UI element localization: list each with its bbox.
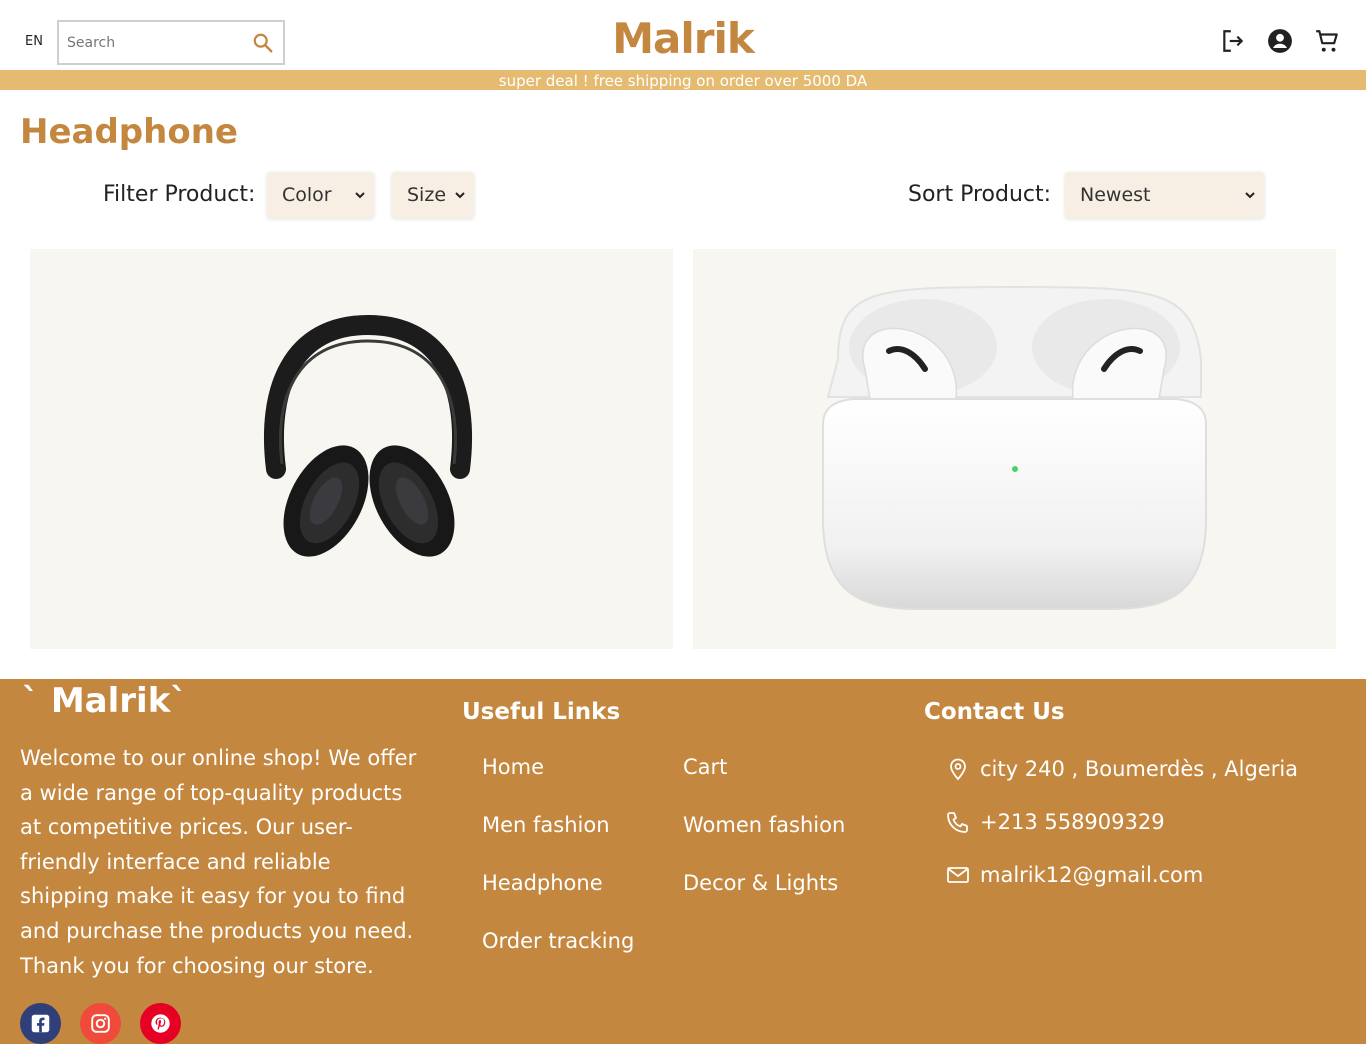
chevron-down-icon <box>355 192 365 199</box>
product-card-headphones[interactable] <box>30 249 673 649</box>
facebook-icon[interactable] <box>20 1003 61 1044</box>
instagram-icon[interactable] <box>80 1003 121 1044</box>
page-title: Headphone <box>20 112 238 152</box>
useful-links-heading: Useful Links <box>462 699 621 725</box>
cart-icon[interactable] <box>1314 28 1340 54</box>
footer-link-order-tracking[interactable]: Order tracking <box>482 929 634 953</box>
logout-icon[interactable] <box>1220 28 1246 54</box>
headphones-image <box>263 314 473 557</box>
mail-icon <box>947 867 969 883</box>
instagram-glyph-icon <box>91 1014 110 1033</box>
color-filter-value: Color <box>282 184 332 206</box>
phone-icon <box>947 812 968 833</box>
facebook-glyph-icon <box>31 1014 50 1033</box>
account-icon[interactable] <box>1267 28 1293 54</box>
footer-about-text: Welcome to our online shop! We offer a w… <box>20 746 417 978</box>
footer-link-headphone[interactable]: Headphone <box>482 871 603 895</box>
top-header: EN Malrik <box>0 0 1366 70</box>
pinterest-glyph-icon <box>151 1014 170 1033</box>
footer-link-home[interactable]: Home <box>482 755 544 779</box>
earbuds-image <box>822 285 1207 610</box>
filter-label: Filter Product: <box>103 182 256 207</box>
pinterest-icon[interactable] <box>140 1003 181 1044</box>
size-filter-select[interactable]: Size <box>392 172 474 218</box>
contact-heading: Contact Us <box>924 699 1065 725</box>
footer-link-cart[interactable]: Cart <box>683 755 727 779</box>
site-footer: ` Malrik` Welcome to our online shop! We… <box>0 679 1366 1044</box>
sort-label: Sort Product: <box>908 182 1052 207</box>
footer-brand: ` Malrik` <box>22 681 188 721</box>
footer-link-decor-lights[interactable]: Decor & Lights <box>683 871 838 895</box>
chevron-down-icon <box>455 192 465 199</box>
location-pin-icon <box>950 758 966 781</box>
email-text[interactable]: malrik12@gmail.com <box>980 861 1203 889</box>
address-text: city 240 , Boumerdès , Algeria <box>980 757 1299 781</box>
phone-text[interactable]: +213 558909329 <box>980 808 1165 836</box>
footer-link-men-fashion[interactable]: Men fashion <box>482 813 610 837</box>
product-card-earbuds[interactable] <box>693 249 1336 649</box>
chevron-down-icon <box>1245 192 1255 199</box>
size-filter-value: Size <box>407 184 447 206</box>
sort-value: Newest <box>1080 184 1151 206</box>
promo-banner: super deal ! free shipping on order over… <box>0 70 1366 90</box>
footer-link-women-fashion[interactable]: Women fashion <box>683 813 845 837</box>
site-logo[interactable]: Malrik <box>0 14 1366 63</box>
sort-select[interactable]: Newest <box>1065 172 1264 218</box>
color-filter-select[interactable]: Color <box>267 172 374 218</box>
